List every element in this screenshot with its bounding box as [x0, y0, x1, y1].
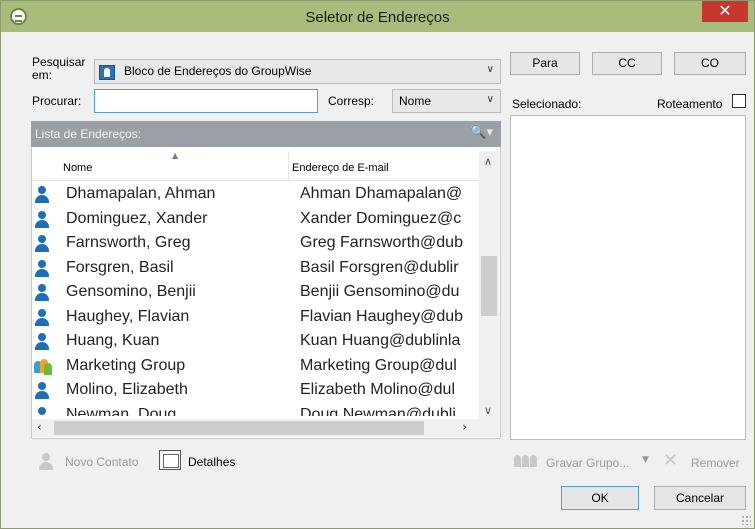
column-separator: [288, 151, 289, 181]
contact-email: Xander Dominguez@c: [300, 209, 462, 227]
contact-email: Elizabeth Molino@dul: [300, 381, 455, 398]
match-label: Corresp:: [328, 94, 375, 108]
scroll-up-icon[interactable]: ∧: [484, 155, 492, 168]
save-group-icon: [514, 453, 538, 469]
vertical-scrollbar[interactable]: ∧ ∨: [479, 151, 499, 419]
list-item[interactable]: Molino, Elizabeth Elizabeth Molino@dul: [32, 379, 479, 404]
address-list: Dhamapalan, Ahman Ahman Dhamapalan@ Domi…: [32, 183, 479, 416]
scroll-right-icon[interactable]: ›: [462, 420, 467, 434]
contact-name: Dhamapalan, Ahman: [66, 185, 216, 202]
match-value: Nome: [399, 94, 432, 108]
horizontal-scrollbar[interactable]: ‹ ›: [32, 419, 479, 437]
cc-button[interactable]: CC: [592, 52, 662, 75]
selected-label: Selecionado:: [512, 97, 582, 111]
person-icon: [34, 406, 50, 416]
address-book-icon: [99, 65, 115, 80]
save-group-button[interactable]: Gravar Grupo...: [546, 456, 629, 470]
contact-email: Doug Newman@dubli: [300, 405, 456, 417]
contact-email: Flavian Haughey@dub: [300, 307, 464, 325]
to-button[interactable]: Para: [510, 52, 580, 75]
contact-name: Molino, Elizabeth: [66, 381, 188, 398]
contact-email: Kuan Huang@dublinla: [300, 332, 461, 349]
list-item[interactable]: Dhamapalan, Ahman Ahman Dhamapalan@: [32, 183, 479, 208]
find-label: Procurar:: [32, 94, 82, 108]
contact-name: Dominguez, Xander: [66, 209, 208, 227]
address-book-value: Bloco de Endereços do GroupWise: [124, 64, 312, 78]
dropdown-arrow-icon[interactable]: ▼: [642, 455, 649, 465]
new-contact-icon: [38, 453, 54, 471]
contact-email: Benjii Gensomino@du: [300, 283, 460, 300]
routing-label: Roteamento: [657, 97, 723, 111]
column-header: ▲ Nome Endereço de E-mail: [32, 151, 479, 181]
person-icon: [34, 210, 50, 229]
details-icon[interactable]: [159, 450, 181, 470]
search-icon[interactable]: 🔍▾: [470, 125, 493, 140]
contact-name: Gensomino, Benjii: [66, 283, 196, 300]
remove-button[interactable]: Remover: [691, 456, 740, 470]
chevron-down-icon: ∨: [486, 94, 494, 105]
person-icon: [34, 382, 50, 400]
list-item[interactable]: Forsgren, Basil Basil Forsgren@dublir: [32, 257, 479, 282]
new-contact-button[interactable]: Novo Contato: [65, 455, 138, 469]
details-button[interactable]: Detalhes: [188, 455, 235, 469]
address-list-title: Lista de Endereços:: [35, 127, 142, 141]
close-button[interactable]: ✕: [702, 1, 748, 22]
person-icon: [34, 333, 50, 351]
contact-name: Forsgren, Basil: [66, 258, 174, 276]
contact-email: Ahman Dhamapalan@: [300, 185, 463, 202]
person-icon: [34, 284, 50, 302]
person-icon: [34, 186, 50, 204]
column-email[interactable]: Endereço de E-mail: [292, 162, 389, 174]
chevron-down-icon: ∨: [486, 64, 494, 75]
list-item[interactable]: Gensomino, Benjii Benjii Gensomino@du: [32, 281, 479, 306]
ok-button[interactable]: OK: [561, 486, 639, 510]
list-item[interactable]: Huang, Kuan Kuan Huang@dublinla: [32, 330, 479, 355]
remove-icon: ✕: [663, 450, 679, 471]
scroll-left-icon[interactable]: ‹: [37, 420, 42, 434]
scroll-down-icon[interactable]: ∨: [484, 404, 492, 417]
match-select[interactable]: Nome ∨: [392, 89, 501, 113]
contact-name: Farnsworth, Greg: [66, 234, 191, 251]
contact-name: Haughey, Flavian: [66, 307, 190, 325]
scroll-corner: [479, 419, 499, 437]
contact-name: Marketing Group: [66, 356, 186, 374]
scroll-thumb[interactable]: [481, 256, 497, 316]
list-item[interactable]: Farnsworth, Greg Greg Farnsworth@dub: [32, 232, 479, 257]
sort-ascending-icon: ▲: [172, 151, 179, 160]
find-input[interactable]: [94, 89, 318, 113]
address-book-select[interactable]: Bloco de Endereços do GroupWise ∨: [94, 59, 501, 84]
cancel-button[interactable]: Cancelar: [654, 486, 746, 510]
person-icon: [34, 308, 50, 327]
resize-grip[interactable]: [741, 515, 751, 525]
title-bar[interactable]: Seletor de Endereços ✕: [1, 1, 754, 32]
list-item[interactable]: Haughey, Flavian Flavian Haughey@dub: [32, 306, 479, 331]
list-item[interactable]: Marketing Group Marketing Group@dul: [32, 355, 479, 380]
group-icon: [34, 358, 52, 377]
routing-checkbox[interactable]: [732, 94, 746, 108]
scroll-thumb[interactable]: [54, 421, 424, 435]
person-icon: [34, 235, 50, 253]
list-item[interactable]: Newman, Doug Doug Newman@dubli: [32, 404, 479, 417]
address-list-header: Lista de Endereços: 🔍▾: [31, 121, 501, 147]
contact-name: Newman, Doug: [66, 405, 177, 417]
address-selector-dialog: Seletor de Endereços ✕ Pesquisar em: Blo…: [0, 0, 755, 529]
contact-email: Basil Forsgren@dublir: [300, 258, 459, 276]
search-in-label: Pesquisar em:: [32, 55, 86, 82]
selected-list[interactable]: [510, 115, 746, 440]
bc-button[interactable]: CO: [674, 52, 746, 75]
contact-name: Huang, Kuan: [66, 332, 160, 349]
list-item[interactable]: Dominguez, Xander Xander Dominguez@c: [32, 208, 479, 233]
contact-email: Marketing Group@dul: [300, 356, 457, 374]
column-name[interactable]: Nome: [63, 162, 92, 174]
contact-email: Greg Farnsworth@dub: [300, 234, 463, 251]
window-title: Seletor de Endereços: [305, 9, 450, 26]
person-icon: [34, 259, 50, 278]
